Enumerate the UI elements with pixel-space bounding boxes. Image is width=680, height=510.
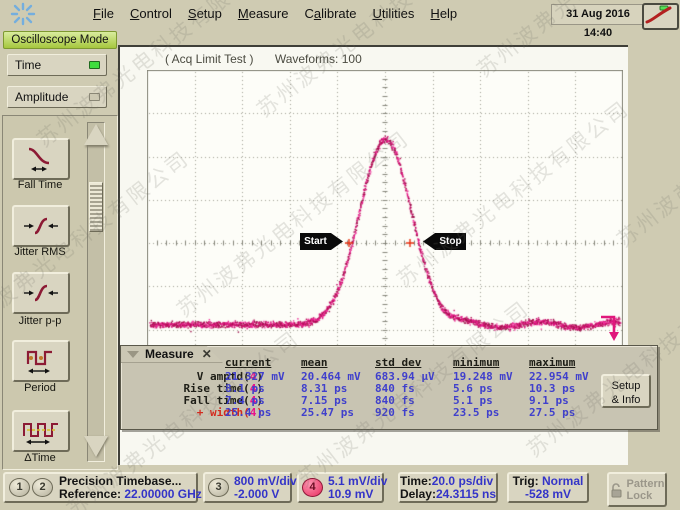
agilent-spark-icon [8, 1, 38, 27]
measure-tab-label: Measure [145, 347, 194, 361]
waveforms-count: Waveforms: 100 [275, 52, 362, 66]
fall-time-button[interactable] [12, 138, 70, 180]
channel-reference-arrow-icon[interactable] [597, 311, 625, 343]
channel3-status-panel[interactable]: 3 800 mV/div -2.000 V [203, 472, 292, 503]
channel3-badge: 3 [208, 478, 229, 497]
mode-header: Oscilloscope Mode [3, 31, 117, 49]
time-dropdown-label: Time [15, 58, 41, 72]
jitter-rms-label: Jitter RMS [0, 246, 80, 258]
col-header-mean: mean [301, 356, 328, 369]
run-indicator-button[interactable] [642, 3, 679, 30]
timebase-status-panel[interactable]: 1 2 Precision Timebase... Reference: 22.… [3, 472, 198, 503]
channel2-badge: 2 [32, 478, 53, 497]
acquisition-status: ( Acq Limit Test ) Waveforms: 100 [165, 52, 362, 66]
measure-tab[interactable]: Measure ✕ [121, 346, 223, 363]
menu-utilities[interactable]: Utilities [373, 6, 415, 21]
jitter-rms-icon [21, 211, 61, 241]
menu-file[interactable]: File [93, 6, 114, 21]
delta-time-button[interactable] [12, 410, 70, 452]
ch4-offset: 10.9 mV [328, 488, 387, 501]
channel4-badge: 4 [302, 478, 323, 497]
time-dropdown[interactable]: Time [7, 54, 107, 76]
oscilloscope-app: File Control Setup Measure Calibrate Uti… [0, 0, 680, 510]
menu-calibrate[interactable]: Calibrate [304, 6, 356, 21]
time-led-icon [89, 61, 100, 69]
jitter-pp-label: Jitter p-p [0, 315, 80, 327]
menu-measure[interactable]: Measure [238, 6, 289, 21]
ch3-scale: 800 mV/div [234, 475, 297, 488]
jitter-rms-button[interactable] [12, 205, 70, 247]
delta-time-icon [21, 416, 61, 446]
period-icon [21, 346, 61, 376]
period-button[interactable] [12, 340, 70, 382]
measure-panel: Measure ✕ current mean std dev minimum m… [120, 345, 658, 430]
menu-bar: File Control Setup Measure Calibrate Uti… [0, 0, 680, 27]
timebase-line2: Reference: 22.00000 GHz [59, 488, 202, 501]
fall-time-icon [21, 144, 61, 174]
setup-info-button[interactable]: Setup & Info [601, 374, 651, 408]
jitter-pp-icon [21, 278, 61, 308]
pattern-lock-button[interactable]: PatternLock [607, 472, 667, 507]
scroll-down-arrow[interactable] [84, 436, 108, 457]
channel4-status-panel[interactable]: 4 5.1 mV/div 10.9 mV [297, 472, 384, 503]
horizontal-status-panel[interactable]: Time:20.0 ps/div Delay:24.3115 ns [398, 472, 498, 503]
channel1-badge: 1 [9, 478, 30, 497]
amplitude-dropdown-label: Amplitude [15, 90, 68, 104]
status-bar: 1 2 Precision Timebase... Reference: 22.… [0, 470, 680, 510]
datetime-display: 31 Aug 2016 14:40 [551, 4, 645, 25]
sidebar-scrollbar-track[interactable] [87, 122, 105, 462]
lock-icon [610, 482, 623, 498]
menu-setup[interactable]: Setup [188, 6, 222, 21]
delta-time-label: ΔTime [0, 452, 80, 464]
menu-help[interactable]: Help [430, 6, 457, 21]
trigger-status-panel[interactable]: Trig: Normal -528 mV [507, 472, 589, 503]
jitter-pp-button[interactable] [12, 272, 70, 314]
col-header-current: current [225, 356, 271, 369]
amplitude-dropdown[interactable]: Amplitude [7, 86, 107, 108]
scroll-up-arrow[interactable] [84, 124, 108, 145]
run-waveform-icon [644, 5, 673, 24]
sidebar-scrollbar-thumb[interactable] [89, 182, 103, 232]
close-panel-icon[interactable]: ✕ [202, 347, 212, 361]
measure-row-poswidth: + width(4) 25.4 ps25.47 ps920 fs23.5 ps2… [121, 406, 657, 418]
ch4-scale: 5.1 mV/div [328, 475, 387, 488]
measure-row-vamptd: V amptd(4) 21.327 mV20.464 mV683.94 µV19… [121, 370, 657, 382]
fall-time-label: Fall Time [0, 179, 80, 191]
col-header-stddev: std dev [375, 356, 421, 369]
measure-row-risetime: Rise time(4) 8.1 ps8.31 ps840 fs5.6 ps10… [121, 382, 657, 394]
ch3-offset: -2.000 V [234, 488, 297, 501]
minimize-panel-icon[interactable] [127, 351, 139, 358]
acq-limit-label: ( Acq Limit Test ) [165, 52, 253, 66]
sidebar: Oscilloscope Mode Time Amplitude Fall Ti… [0, 27, 118, 470]
col-header-minimum: minimum [453, 356, 499, 369]
menu-control[interactable]: Control [130, 6, 172, 21]
col-header-maximum: maximum [529, 356, 575, 369]
measure-row-falltime: Fall time(4) 7.4 ps7.15 ps840 fs5.1 ps9.… [121, 394, 657, 406]
amplitude-led-icon [89, 93, 100, 101]
period-label: Period [0, 382, 80, 394]
